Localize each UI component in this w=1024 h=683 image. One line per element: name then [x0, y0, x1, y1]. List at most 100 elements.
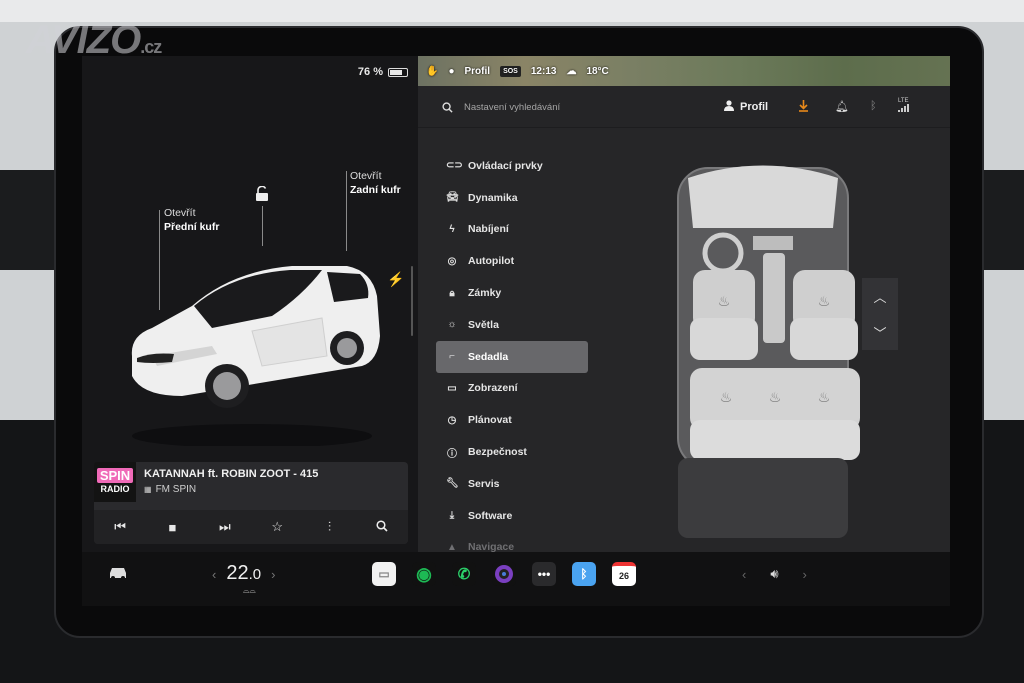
media-player: SPIN RADIO KATANNAH ft. ROBIN ZOOT - 415… [94, 462, 408, 544]
station-info: ▦ FM SPIN [144, 484, 196, 495]
profile-button[interactable]: Profil [724, 100, 768, 114]
svg-text:♨: ♨ [718, 294, 731, 310]
lock-icon: 🔒︎ [449, 287, 455, 299]
menu-item-steering-wheel[interactable]: ◎ Autopilot [436, 245, 588, 277]
menu-item-bolt[interactable]: ϟ Nabíjení [436, 214, 588, 246]
seat-icon: ⌐ [449, 351, 455, 363]
album-art-line2: RADIO [100, 484, 130, 494]
track-title: KATANNAH ft. ROBIN ZOOT - 415 [144, 468, 319, 480]
volume-down-icon[interactable]: ‹ [742, 567, 746, 582]
watermark-logo: AVIZO.cz [26, 18, 162, 63]
camera-app-icon[interactable] [492, 562, 516, 586]
app-launcher: ▭ ◉ ✆ ••• ᛒ 26 [372, 562, 636, 586]
toggle-icon: ⊂⊃ [446, 160, 463, 172]
car-icon: 🚘︎ [446, 192, 459, 204]
car-icon[interactable] [108, 566, 128, 585]
driver-seat[interactable]: ♨ [690, 270, 758, 360]
speaker-icon[interactable]: 🔊︎ [770, 566, 778, 582]
volume-control: ‹ 🔊︎ › [742, 566, 807, 582]
next-track-icon[interactable]: ⏭ [210, 519, 240, 535]
radio-icon: ▦ [144, 485, 152, 494]
temp-increase-icon[interactable]: › [271, 567, 275, 582]
profile-label: Profil [740, 101, 769, 113]
bluetooth-app-icon[interactable]: ᛒ [572, 562, 596, 586]
menu-item-lock[interactable]: 🔒︎ Zámky [436, 277, 588, 309]
menu-item-wrench[interactable]: 🔧︎ Servis [436, 468, 588, 500]
scroll-down-button[interactable]: ﹀ [862, 314, 898, 350]
svg-text:♨: ♨ [769, 390, 782, 406]
passenger-seat[interactable]: ♨ [790, 270, 858, 360]
download-icon[interactable] [798, 100, 809, 115]
previous-track-icon[interactable]: ⏮ [105, 519, 135, 535]
frunk-action: Otevřít [164, 207, 196, 219]
menu-item-car[interactable]: 🚘︎ Dynamika [436, 182, 588, 214]
menu-item-label: Autopilot [468, 255, 515, 268]
menu-item-toggle[interactable]: ⊂⊃ Ovládací prvky [436, 150, 588, 182]
more-apps-icon[interactable]: ••• [532, 562, 556, 586]
hand-icon[interactable]: ✋ [426, 66, 438, 77]
person-icon [724, 100, 734, 114]
phone-app-icon[interactable]: ✆ [452, 562, 476, 586]
spotify-app-icon[interactable]: ◉ [412, 562, 436, 586]
menu-item-label: Software [468, 509, 513, 522]
media-controls: ⏮ ■ ⏭ ☆ ⫶ [94, 510, 408, 544]
display-icon: ▭ [447, 382, 457, 394]
menu-item-display[interactable]: ▭ Zobrazení [436, 373, 588, 405]
trunk-open-button[interactable]: Otevřít Zadní kufr [350, 169, 401, 197]
settings-menu: ⊂⊃ Ovládací prvky 🚘︎ Dynamika ϟ Nabíjení ◎ Auto… [436, 150, 588, 563]
menu-item-label: Zámky [468, 287, 502, 300]
menu-item-label: Nabíjení [468, 223, 509, 236]
settings-panel: ✋ ● Profil SOS 12:13 ☁ 18°C Profil 🔔︎ [418, 56, 950, 553]
equalizer-icon[interactable]: ⫶ [314, 519, 344, 535]
settings-header: Profil 🔔︎ ᛒ LTE [418, 86, 950, 128]
wrench-icon: 🔧︎ [446, 478, 459, 490]
temperature-value[interactable]: 22.0 [226, 562, 261, 585]
svg-text:♨: ♨ [818, 294, 831, 310]
search-icon[interactable] [442, 100, 453, 118]
unlock-icon[interactable] [255, 185, 269, 207]
bolt-icon: ϟ [449, 223, 455, 235]
settings-search-input[interactable] [464, 98, 684, 116]
seat-heater-icon: ⌓⌓ [243, 586, 256, 595]
sun-icon: ☼ [447, 319, 457, 331]
menu-item-info[interactable]: ⓘ Bezpečnost [436, 436, 588, 468]
network-label: LTE [898, 98, 909, 104]
stop-icon[interactable]: ■ [157, 520, 187, 535]
scroll-up-button[interactable]: ︿ [862, 278, 898, 314]
menu-item-clock[interactable]: ◷ Plánovat [436, 404, 588, 436]
bluetooth-icon[interactable]: ᛒ [870, 100, 877, 112]
download-icon: ⤓ [449, 510, 455, 522]
steering-wheel-icon: ◎ [447, 255, 457, 267]
svg-text:♨: ♨ [818, 390, 831, 406]
frunk-open-button[interactable]: Otevřít Přední kufr [164, 206, 219, 234]
bell-icon[interactable]: 🔔︎ [835, 100, 849, 113]
menu-item-seat[interactable]: ⌐ Sedadla [436, 340, 588, 373]
cloud-icon: ☁ [566, 65, 577, 77]
battery-percent: 76 % [357, 66, 383, 78]
notes-app-icon[interactable]: ▭ [372, 562, 396, 586]
rear-seat[interactable]: ♨ ♨ ♨ [690, 368, 860, 460]
volume-up-icon[interactable]: › [803, 567, 807, 582]
temp-decrease-icon[interactable]: ‹ [212, 567, 216, 582]
favorite-star-icon[interactable]: ☆ [262, 519, 292, 535]
top-status-bar: ✋ ● Profil SOS 12:13 ☁ 18°C [418, 56, 609, 86]
top-profile[interactable]: Profil [465, 66, 491, 77]
car-panel: 76 % Otevřít Přední kufr Otevřít Zadní k… [82, 56, 418, 552]
calendar-app-icon[interactable]: 26 [612, 562, 636, 586]
battery-icon [388, 67, 408, 77]
svg-text:♨: ♨ [720, 390, 733, 406]
touchscreen: 76 % Otevřít Přední kufr Otevřít Zadní k… [82, 56, 950, 606]
calendar-day: 26 [618, 571, 629, 581]
watermark-brand: AVIZO [26, 18, 141, 62]
media-search-icon[interactable] [367, 519, 397, 535]
menu-item-label: Ovládací prvky [468, 159, 543, 172]
car-model-image [131, 266, 380, 446]
bottom-dock: ‹ 22.0 › ⌓⌓ ▭ ◉ ✆ ••• ᛒ 26 ‹ 🔊︎ › [82, 552, 950, 606]
menu-item-sun[interactable]: ☼ Světla [436, 309, 588, 341]
sos-badge[interactable]: SOS [500, 65, 521, 77]
outside-temperature: 18°C [586, 65, 609, 77]
battery-fill [390, 69, 403, 75]
menu-item-download[interactable]: ⤓ Software [436, 500, 588, 532]
album-art: SPIN RADIO [94, 462, 136, 502]
menu-item-label: Zobrazení [468, 382, 518, 395]
